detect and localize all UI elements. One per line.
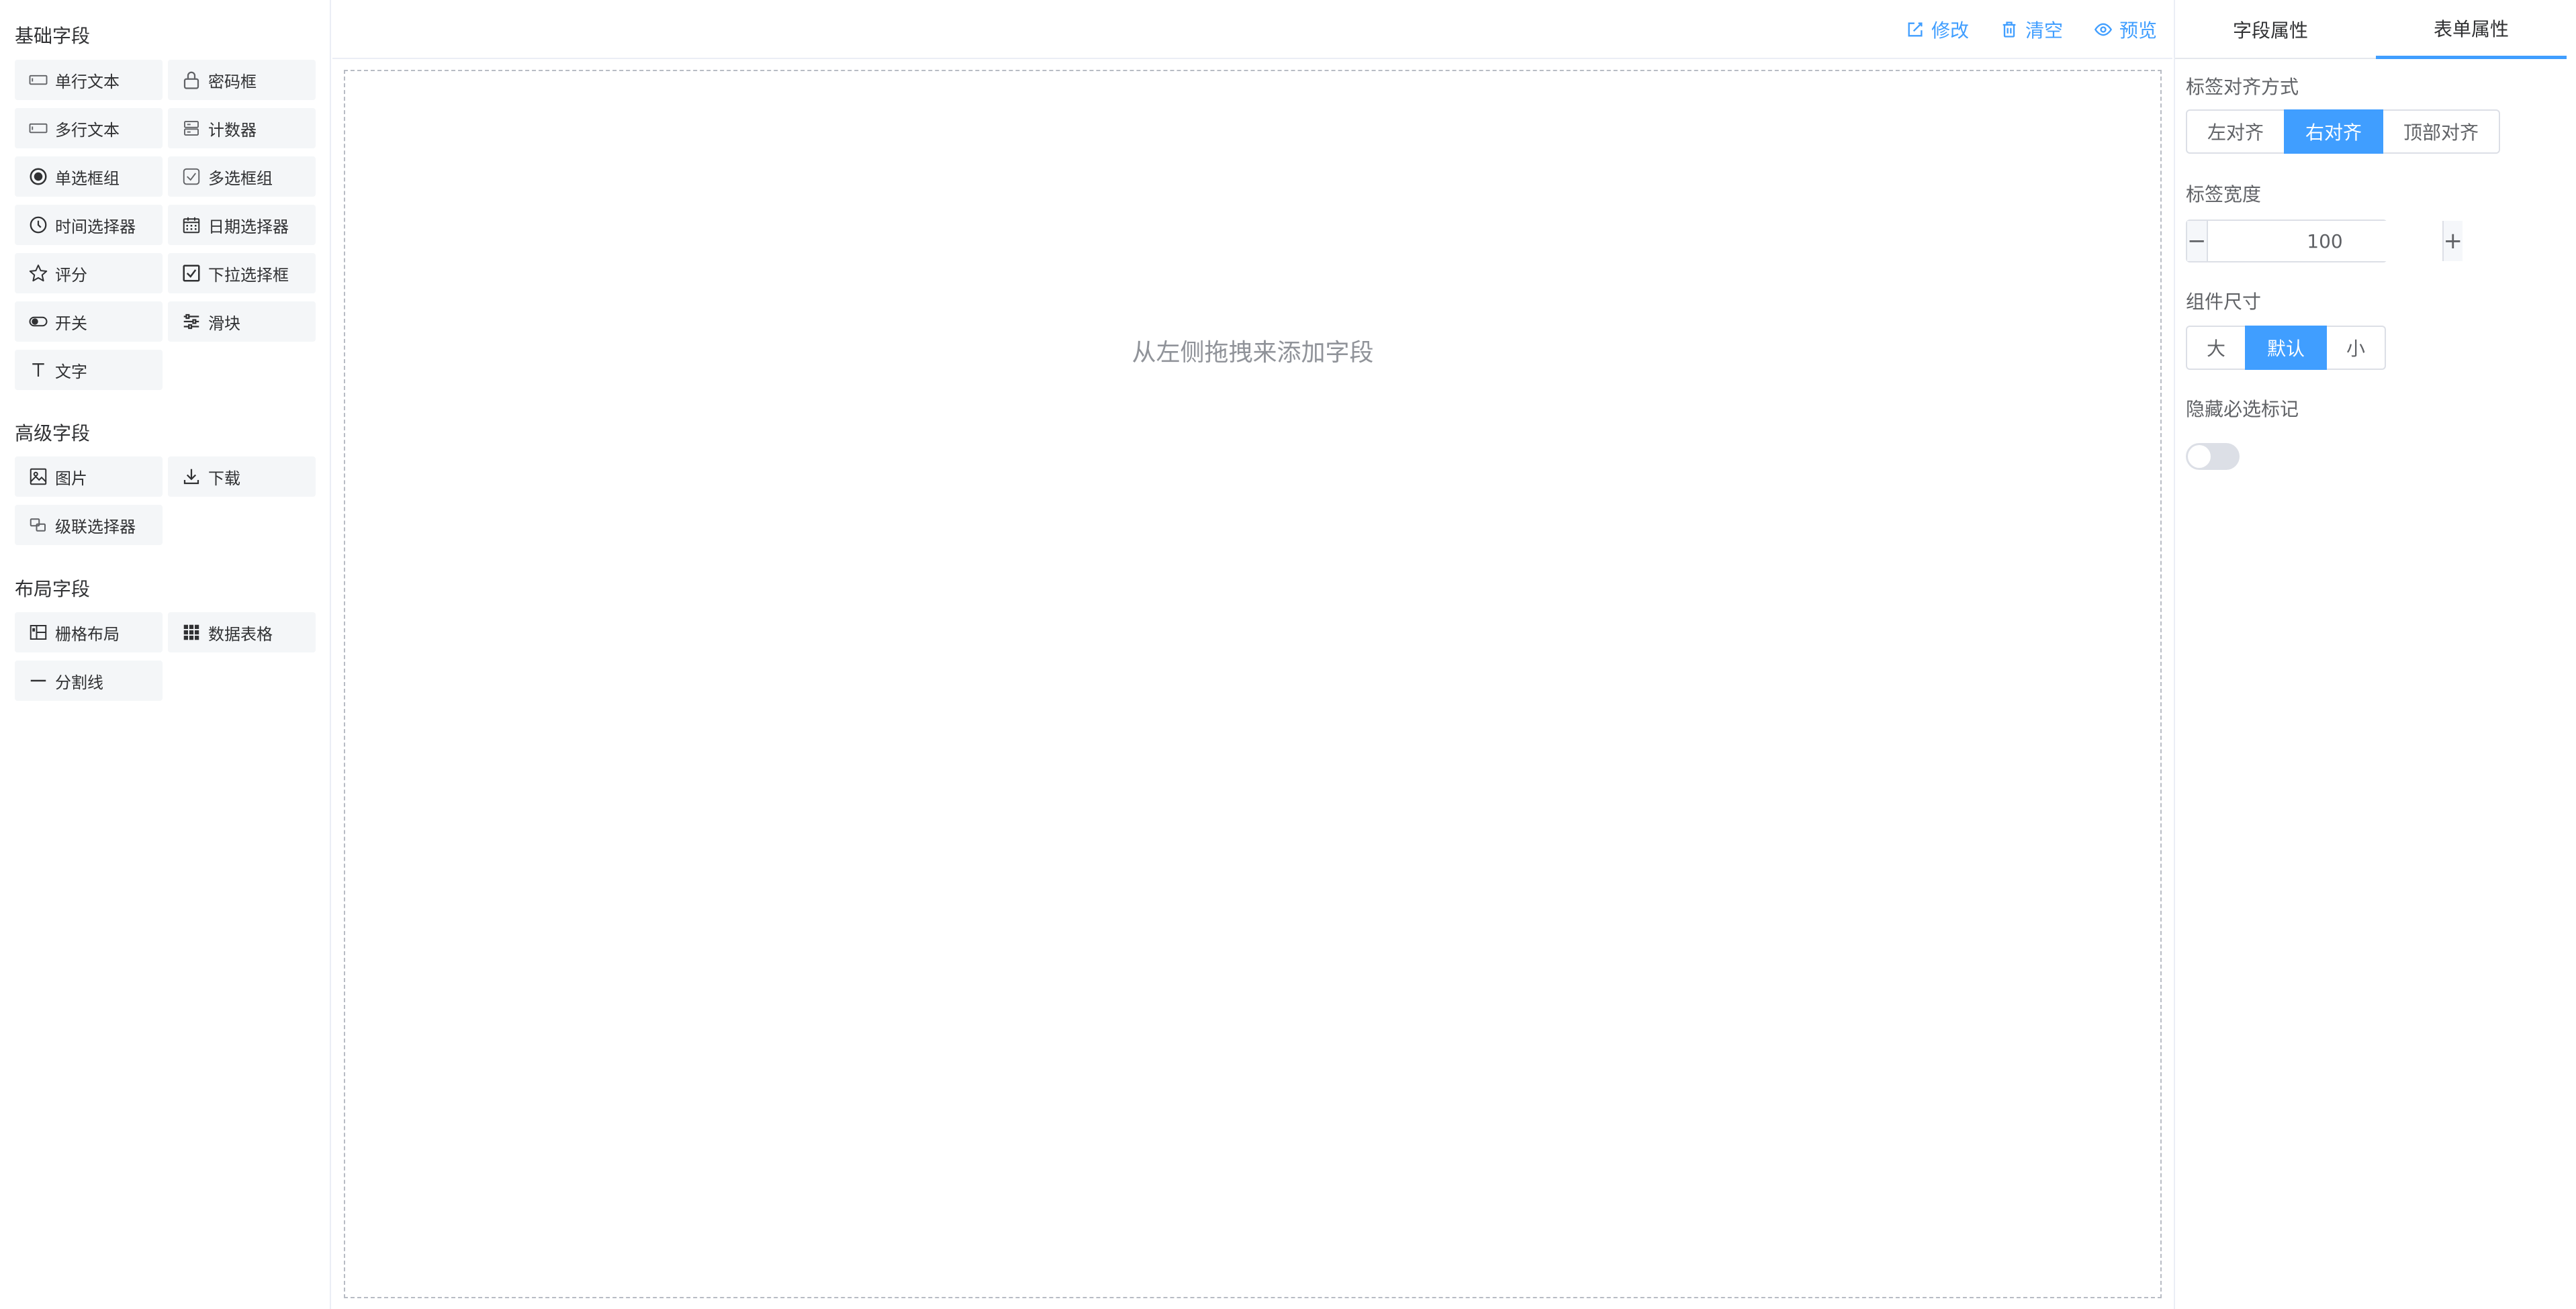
- component-download[interactable]: 下载: [168, 456, 316, 497]
- hide-required-switch[interactable]: [2186, 443, 2240, 470]
- switch-knob: [2188, 445, 2211, 468]
- clear-button[interactable]: 清空: [2000, 15, 2063, 44]
- component-table[interactable]: 数据表格: [168, 612, 316, 652]
- component-label: 单选框组: [55, 168, 120, 188]
- switch-icon: [27, 310, 50, 333]
- edit-button[interactable]: 修改: [1906, 15, 1969, 44]
- download-icon: [180, 465, 203, 488]
- component-label: 滑块: [208, 313, 240, 333]
- size-title: 组件尺寸: [2186, 291, 2262, 313]
- component-label: 数据表格: [208, 624, 273, 644]
- component-label: 栅格布局: [55, 624, 120, 644]
- component-slider[interactable]: 滑块: [168, 301, 316, 342]
- preview-label: 预览: [2119, 19, 2158, 42]
- component-label: 单行文本: [55, 72, 120, 91]
- component-label: 计数器: [208, 120, 257, 140]
- component-label: 开关: [55, 313, 87, 333]
- component-panel: 基础字段 单行文本 密码框 多行文本 计数器 单选框组 多选框组 时间选择器 日…: [0, 0, 331, 1309]
- trash-icon: [2003, 21, 2016, 38]
- component-input[interactable]: 单行文本: [15, 60, 163, 100]
- label-align-group: 左对齐 右对齐 顶部对齐: [2186, 109, 2500, 154]
- edit-label: 修改: [1931, 19, 1970, 42]
- size-small-option[interactable]: 小: [2326, 326, 2386, 370]
- component-image[interactable]: 图片: [15, 456, 163, 497]
- tab-field-properties[interactable]: 字段属性: [2175, 0, 2366, 59]
- clear-label: 清空: [2025, 19, 2064, 42]
- grid-icon: [27, 621, 50, 644]
- edit-icon: [1908, 22, 1923, 37]
- component-textarea[interactable]: 多行文本: [15, 108, 163, 148]
- component-label: 多选框组: [208, 168, 273, 188]
- component-cascader[interactable]: 级联选择器: [15, 505, 163, 545]
- component-label: 密码框: [208, 72, 257, 91]
- eye-icon: [2094, 23, 2113, 36]
- radio-icon: [27, 165, 50, 188]
- table-icon: [180, 621, 203, 644]
- counter-icon: [180, 117, 203, 140]
- advanced-fields-title: 高级字段: [15, 422, 91, 444]
- slider-icon: [180, 310, 203, 333]
- component-radio[interactable]: 单选框组: [15, 156, 163, 197]
- component-counter[interactable]: 计数器: [168, 108, 316, 148]
- component-grid[interactable]: 栅格布局: [15, 612, 163, 652]
- form-canvas[interactable]: 从左侧拖拽来添加字段: [344, 70, 2162, 1298]
- component-label: 评分: [55, 265, 87, 285]
- component-label: 图片: [55, 469, 87, 488]
- empty-placeholder: 从左侧拖拽来添加字段: [1132, 339, 1374, 367]
- component-switch[interactable]: 开关: [15, 301, 163, 342]
- increase-button[interactable]: +: [2442, 221, 2463, 261]
- component-text[interactable]: 文字: [15, 350, 163, 390]
- textarea-icon: [27, 117, 50, 140]
- size-default-option[interactable]: 默认: [2245, 326, 2327, 370]
- align-right-option[interactable]: 右对齐: [2284, 109, 2383, 154]
- label-width-stepper: − +: [2186, 220, 2463, 262]
- hide-required-title: 隐藏必选标记: [2186, 398, 2299, 420]
- component-label: 日期选择器: [208, 217, 289, 236]
- component-time-picker[interactable]: 时间选择器: [15, 205, 163, 245]
- label-width-title: 标签宽度: [2186, 183, 2262, 205]
- input-icon: [27, 68, 50, 91]
- clock-icon: [27, 213, 50, 236]
- image-icon: [27, 465, 50, 488]
- size-group: 大 默认 小: [2186, 326, 2386, 370]
- component-date-picker[interactable]: 日期选择器: [168, 205, 316, 245]
- component-label: 下拉选择框: [208, 265, 289, 285]
- layout-fields-title: 布局字段: [15, 578, 91, 600]
- decrease-button[interactable]: −: [2187, 221, 2208, 261]
- component-label: 时间选择器: [55, 217, 136, 236]
- property-tabs: 字段属性 表单属性: [2175, 0, 2567, 59]
- star-icon: [27, 262, 50, 285]
- component-password[interactable]: 密码框: [168, 60, 316, 100]
- toolbar: 修改 清空 预览: [332, 0, 2172, 59]
- component-label: 文字: [55, 362, 87, 381]
- preview-button[interactable]: 预览: [2094, 15, 2157, 44]
- property-panel: 字段属性 表单属性 标签对齐方式 左对齐 右对齐 顶部对齐 标签宽度 − + 组…: [2174, 0, 2576, 1309]
- checkbox-icon: [180, 165, 203, 188]
- lock-icon: [180, 68, 203, 91]
- select-icon: [180, 262, 203, 285]
- component-label: 分割线: [55, 673, 103, 692]
- tab-form-properties[interactable]: 表单属性: [2376, 0, 2567, 59]
- component-checkbox[interactable]: 多选框组: [168, 156, 316, 197]
- label-width-input[interactable]: [2207, 221, 2442, 261]
- component-rate[interactable]: 评分: [15, 253, 163, 293]
- component-label: 级联选择器: [55, 517, 136, 536]
- cascader-icon: [27, 514, 50, 536]
- basic-fields-title: 基础字段: [15, 25, 91, 47]
- align-left-option[interactable]: 左对齐: [2186, 109, 2285, 154]
- divider-icon: [27, 669, 50, 692]
- design-area: 修改 清空 预览 从左侧拖拽来添加字段: [332, 0, 2172, 1309]
- component-label: 下载: [208, 469, 240, 488]
- calendar-icon: [180, 213, 203, 236]
- label-align-title: 标签对齐方式: [2186, 76, 2299, 98]
- component-select[interactable]: 下拉选择框: [168, 253, 316, 293]
- size-large-option[interactable]: 大: [2186, 326, 2246, 370]
- text-icon: [27, 358, 50, 381]
- align-top-option[interactable]: 顶部对齐: [2382, 109, 2500, 154]
- component-label: 多行文本: [55, 120, 120, 140]
- component-divider[interactable]: 分割线: [15, 661, 163, 701]
